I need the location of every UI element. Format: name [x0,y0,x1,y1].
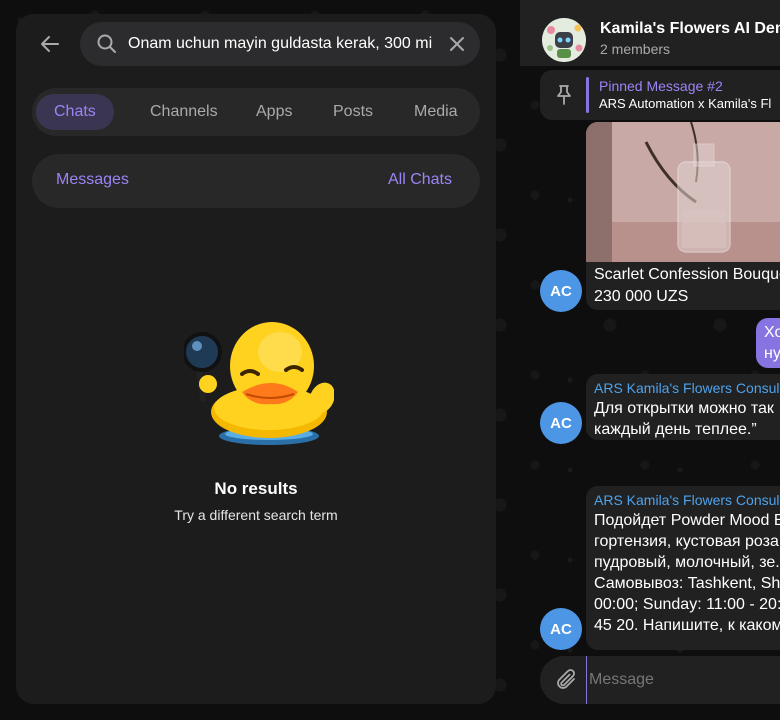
pin-icon[interactable] [552,83,576,107]
incoming-message[interactable]: ARS Kamila's Flowers Consult Для открытк… [586,374,780,440]
message-line: Для открытки можно так [594,400,774,417]
back-arrow-icon [41,36,59,52]
results-filter-bar: Messages All Chats [32,154,480,208]
message-input[interactable] [586,656,776,704]
avatar[interactable]: AC [540,402,582,444]
message-composer [540,656,780,704]
tab-chats[interactable]: Chats [36,94,114,130]
tab-media[interactable]: Media [396,94,476,130]
pinned-text: ARS Automation x Kamila's Fl [599,96,772,111]
outgoing-line: Хо [764,324,780,341]
outgoing-line: ну [764,345,780,362]
tab-posts[interactable]: Posts [315,94,391,130]
product-photo[interactable] [586,122,780,262]
message-line: гортензия, кустовая роза [594,533,779,550]
pinned-title: Pinned Message #2 [599,78,723,94]
search-panel: Chats Channels Apps Posts Media Messages… [16,14,496,704]
chat-member-count: 2 members [600,41,671,57]
search-box[interactable] [80,22,480,66]
tab-apps[interactable]: Apps [238,94,310,130]
avatar[interactable]: AC [540,608,582,650]
robot-flower-avatar-icon [542,18,586,62]
messages-filter-button[interactable]: Messages [56,171,129,189]
product-price: 230 000 UZS [594,288,689,305]
paperclip-icon[interactable] [554,668,578,692]
product-name: Scarlet Confession Bouquet [594,266,780,283]
message-line: 45 20. Напишите, к каком [594,617,780,634]
group-avatar[interactable] [542,18,586,62]
all-chats-filter-button[interactable]: All Chats [388,171,452,189]
message-line: 00:00; Sunday: 11:00 - 20:0 [594,596,780,613]
message-line: Подойдет Powder Mood B [594,512,780,529]
empty-state-subtitle: Try a different search term [174,507,338,523]
outgoing-message[interactable]: Хо ну [756,318,780,368]
back-button[interactable] [34,28,66,60]
search-tabs: Chats Channels Apps Posts Media [32,88,480,136]
search-header [16,14,496,72]
chat-title: Kamila's Flowers AI Demo [600,20,780,37]
message-line: Самовывоз: Tashkent, Sh [594,575,780,592]
chat-header[interactable]: Kamila's Flowers AI Demo 2 members [520,0,780,66]
tab-channels[interactable]: Channels [132,94,236,130]
message-line: пудровый, молочный, зе. [594,554,780,571]
pinned-accent-line [586,77,589,113]
search-icon [97,34,116,53]
close-icon[interactable] [446,33,468,55]
duck-magnifier-sticker [184,322,334,445]
empty-state-title: No results [214,479,298,498]
message-line: каждый день теплее.” [594,421,757,438]
product-message[interactable]: Scarlet Confession Bouquet 230 000 UZS [586,122,780,310]
incoming-message[interactable]: ARS Kamila's Flowers Consult Подойдет Po… [586,486,780,650]
message-sender[interactable]: ARS Kamila's Flowers Consult [594,380,780,396]
pinned-message-bar[interactable]: Pinned Message #2 ARS Automation x Kamil… [540,70,780,120]
search-input[interactable] [128,22,438,66]
avatar[interactable]: AC [540,270,582,312]
message-sender[interactable]: ARS Kamila's Flowers Consult [594,492,780,508]
outgoing-message-text: Хо ну [764,322,780,364]
